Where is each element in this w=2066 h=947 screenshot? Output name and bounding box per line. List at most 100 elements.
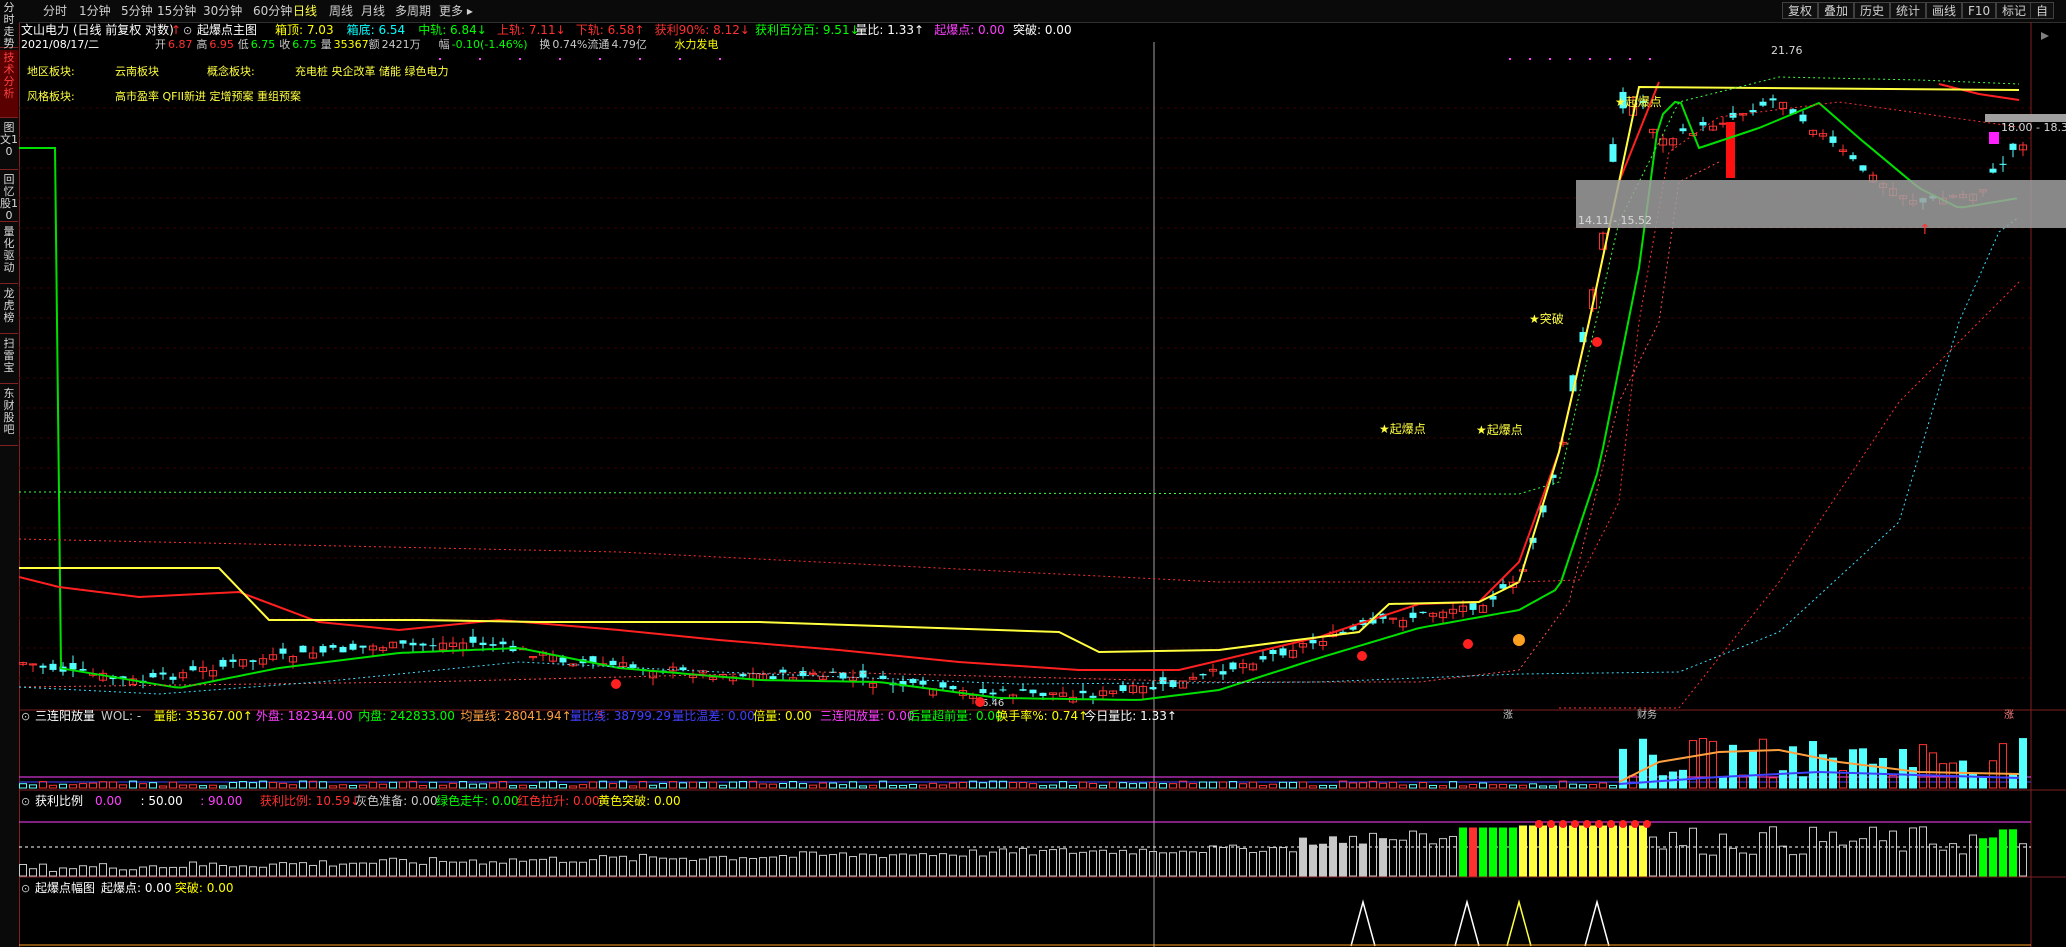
profit-bar [1669, 831, 1677, 877]
left-tab-7[interactable]: 东财股吧 [0, 386, 18, 446]
period-tab-0[interactable]: 分时 [43, 3, 67, 19]
candle-down [1759, 101, 1767, 106]
profit-bar [1319, 843, 1327, 877]
volume-bar [909, 783, 917, 789]
volume-bar [899, 784, 907, 789]
candle-down [359, 645, 367, 648]
panel1-item-5: 量比线: 38799.29 [570, 709, 671, 723]
candle-down [419, 643, 427, 646]
toolbar-button-7[interactable]: 自 [2030, 2, 2055, 19]
volume-bar [349, 784, 357, 789]
profit-bar [569, 861, 577, 877]
left-tab-2[interactable]: 图文10 [0, 120, 18, 170]
marker-zhang: 涨 [1503, 709, 1513, 721]
period-tab-3[interactable]: 15分钟 [157, 3, 196, 19]
toolbar-button-2[interactable]: 历史 [1854, 2, 1891, 19]
profit-bar [1019, 847, 1027, 877]
red-signal-dot-2 [1592, 337, 1602, 347]
period-tab-7[interactable]: 周线 [329, 3, 353, 19]
profit-bar [669, 858, 677, 877]
period-tab-4[interactable]: 30分钟 [203, 3, 242, 19]
volume-bar [1319, 784, 1327, 789]
profit-bar [1199, 852, 1207, 877]
period-tab-5[interactable]: 60分钟 [253, 3, 292, 19]
red-dotted-rise [1559, 281, 2020, 709]
candle-down [1089, 695, 1097, 698]
volume-bar [1289, 781, 1297, 789]
left-tab-4[interactable]: 量化驱动 [0, 224, 18, 284]
volume-bar [69, 784, 77, 789]
volume-bar [1229, 781, 1237, 789]
magenta-dot [1549, 58, 1551, 60]
volume-bar [1919, 744, 1927, 789]
toolbar-button-0[interactable]: 复权 [1782, 2, 1819, 19]
profit-bar [1089, 850, 1097, 877]
profit-bar [719, 855, 727, 877]
profit-bar [169, 866, 177, 877]
volume-bar [769, 783, 777, 789]
period-tab-10[interactable]: 更多 ▸ [439, 3, 473, 19]
style-label: 风格板块: [27, 89, 75, 103]
profit-bar [1689, 827, 1697, 877]
profit-bar [939, 853, 947, 877]
quote-seg-8: 6.75 [292, 38, 317, 51]
volume-bar [1379, 782, 1387, 789]
quote-seg-17: 流通 [587, 37, 609, 51]
profit-bar [499, 862, 507, 877]
candle-down [1119, 685, 1127, 692]
profit-bar [819, 854, 827, 877]
profit-bar [1919, 826, 1927, 877]
region-label: 地区板块: [27, 64, 75, 78]
candle-down [989, 692, 997, 695]
volume-bar [339, 784, 347, 789]
volume-bar [229, 782, 237, 789]
profit-bar [849, 856, 857, 877]
profit-bar [729, 859, 737, 877]
profit-bar [449, 861, 457, 877]
left-tab-1[interactable]: 技术分析 [0, 50, 18, 118]
toolbar-button-6[interactable]: 标记 [1996, 2, 2033, 19]
toolbar-button-4[interactable]: 画线 [1926, 2, 1963, 19]
volume-bar [379, 783, 387, 789]
magenta-dot [599, 58, 601, 60]
left-tab-0[interactable]: 分时走势 [0, 0, 18, 50]
profit-bar [1699, 853, 1707, 877]
chart-area[interactable]: 文山电力 (日线 前复权 对数)↑ ⊙ 起爆点主图 箱顶: 7.03 箱底: 6.54 中… [19, 22, 2066, 947]
period-tab-1[interactable]: 1分钟 [79, 3, 111, 19]
volume-bar [1749, 750, 1757, 789]
volume-bar [929, 782, 937, 789]
volume-bar [79, 783, 87, 789]
volume-bar [759, 783, 767, 789]
profit-bar [989, 851, 997, 877]
profit-signal-dot [1619, 820, 1627, 828]
period-tab-2[interactable]: 5分钟 [121, 3, 153, 19]
signal-label-0: ★起爆点 [1379, 422, 1426, 436]
profit-bar [789, 856, 797, 877]
volume-bar [1459, 785, 1467, 789]
candle-down [189, 666, 197, 671]
profit-bar [1989, 837, 1997, 877]
left-tab-3[interactable]: 回忆股10 [0, 172, 18, 222]
volume-bar [519, 784, 527, 789]
concept-label: 概念板块: [207, 64, 255, 78]
profit-bar [1539, 825, 1547, 877]
volume-bar [829, 782, 837, 789]
magenta-marker [1989, 132, 1999, 144]
price-low-label: 6.46 [982, 698, 1004, 709]
candle-big-red [1726, 122, 1735, 178]
left-tab-6[interactable]: 扫雷宝 [0, 336, 18, 384]
period-tab-6[interactable]: 日线 [293, 3, 317, 19]
profit-bar [1489, 827, 1497, 877]
period-tab-8[interactable]: 月线 [361, 3, 385, 19]
toolbar-button-1[interactable]: 叠加 [1818, 2, 1855, 19]
profit-bar [2019, 843, 2027, 877]
toolbar-button-3[interactable]: 统计 [1890, 2, 1927, 19]
profit-bar [1629, 825, 1637, 877]
volume-bar [369, 781, 377, 789]
profit-bar [1059, 848, 1067, 877]
toolbar-button-5[interactable]: F10 [1962, 2, 1997, 19]
profit-bar [1099, 849, 1107, 877]
panel3-item-0: 起爆点: 0.00 [101, 881, 172, 895]
left-tab-5[interactable]: 龙虎榜 [0, 286, 18, 334]
period-tab-9[interactable]: 多周期 [395, 3, 431, 19]
